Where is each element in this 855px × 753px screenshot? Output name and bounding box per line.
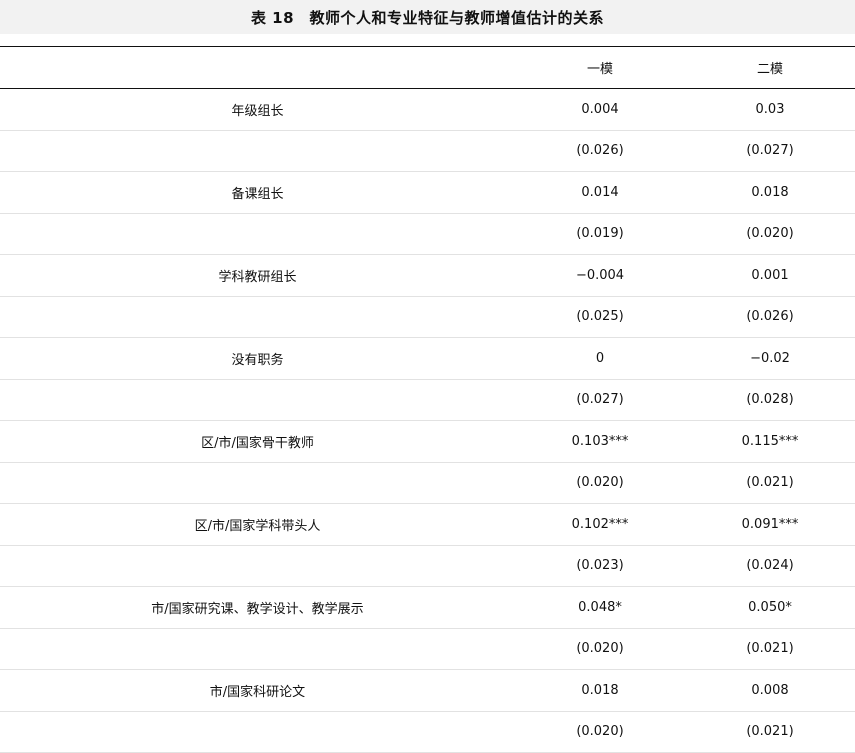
model2-value: 0.018: [751, 184, 789, 200]
model1-value: (0.020): [576, 724, 624, 740]
table-row: 市/国家科研论文 0.018 0.008: [0, 670, 855, 711]
model2-value: (0.027): [746, 143, 794, 159]
table-row: 年级组长 0.004 0.03: [0, 89, 855, 130]
table-row: (0.027) (0.028): [0, 379, 855, 421]
model2-value: 0.001: [751, 267, 789, 283]
model2-value: (0.021): [746, 724, 794, 740]
model1-value: 0.018: [581, 682, 619, 698]
row-label: [0, 545, 515, 587]
table-row: (0.025) (0.026): [0, 296, 855, 338]
model1-value: (0.026): [576, 143, 624, 159]
model2-value: 0.03: [755, 101, 785, 117]
model1-value: (0.020): [576, 641, 624, 657]
table-row: (0.020) (0.021): [0, 711, 855, 753]
row-label: 区/市/国家学科带头人: [194, 518, 321, 534]
row-label: [0, 711, 515, 753]
model2-value: (0.021): [746, 641, 794, 657]
row-label: [0, 628, 515, 670]
table-row: 区/市/国家骨干教师 0.103*** 0.115***: [0, 421, 855, 462]
model2-value: (0.021): [746, 475, 794, 491]
row-label: [0, 213, 515, 255]
model2-value: 0.050*: [748, 599, 792, 615]
row-label: 备课组长: [231, 186, 284, 202]
row-label: 学科教研组长: [218, 269, 297, 285]
table-row: 市/国家研究课、教学设计、教学展示 0.048* 0.050*: [0, 587, 855, 628]
model2-value: (0.020): [746, 226, 794, 242]
model2-value: (0.028): [746, 392, 794, 408]
row-label: [0, 296, 515, 338]
row-label: 没有职务: [231, 352, 284, 368]
model1-value: (0.023): [576, 558, 624, 574]
model1-value: (0.027): [576, 392, 624, 408]
regression-table-container: 一模 二模 年级组长 0.004 0.03 (0.026) (0.027) 备课组长 0.0…: [0, 46, 855, 753]
row-label: 年级组长: [231, 103, 284, 119]
header-model1: 一模: [586, 62, 613, 77]
model2-value: −0.02: [750, 350, 790, 366]
model1-value: 0.102***: [571, 516, 629, 532]
model1-value: (0.020): [576, 475, 624, 491]
model2-value: 0.008: [751, 682, 789, 698]
row-label: [0, 462, 515, 504]
table-header: 一模 二模: [0, 46, 855, 89]
model1-value: 0.004: [581, 101, 619, 117]
model2-value: 0.091***: [741, 516, 799, 532]
model1-value: 0.103***: [571, 433, 629, 449]
row-label: 市/国家研究课、教学设计、教学展示: [151, 601, 364, 617]
table-row: (0.020) (0.021): [0, 462, 855, 504]
model1-value: 0.048*: [578, 599, 622, 615]
table-row: (0.026) (0.027): [0, 130, 855, 172]
table-row: 学科教研组长 −0.004 0.001: [0, 255, 855, 296]
model1-value: 0.014: [581, 184, 619, 200]
model1-value: 0: [595, 350, 605, 366]
table-row: (0.019) (0.020): [0, 213, 855, 255]
header-model2: 二模: [756, 62, 783, 77]
table-row: 区/市/国家学科带头人 0.102*** 0.091***: [0, 504, 855, 545]
table-row: (0.020) (0.021): [0, 628, 855, 670]
row-label: 市/国家科研论文: [209, 684, 306, 700]
table-body: 年级组长 0.004 0.03 (0.026) (0.027) 备课组长 0.014 0.01…: [0, 89, 855, 753]
table-row: (0.023) (0.024): [0, 545, 855, 587]
model2-value: (0.026): [746, 309, 794, 325]
model1-value: (0.025): [576, 309, 624, 325]
model2-value: (0.024): [746, 558, 794, 574]
model1-value: −0.004: [575, 267, 625, 283]
table-title: 表 18 教师个人和专业特征与教师增值估计的关系: [0, 0, 855, 34]
header-row: 一模 二模: [0, 46, 855, 89]
regression-table: 一模 二模 年级组长 0.004 0.03 (0.026) (0.027) 备课组长 0.0…: [0, 46, 855, 753]
row-label: 区/市/国家骨干教师: [201, 435, 314, 451]
row-label: [0, 130, 515, 172]
header-label-column: [0, 47, 515, 89]
table-row: 没有职务 0 −0.02: [0, 338, 855, 379]
row-label: [0, 379, 515, 421]
model2-value: 0.115***: [741, 433, 799, 449]
table-row: 备课组长 0.014 0.018: [0, 172, 855, 213]
model1-value: (0.019): [576, 226, 624, 242]
